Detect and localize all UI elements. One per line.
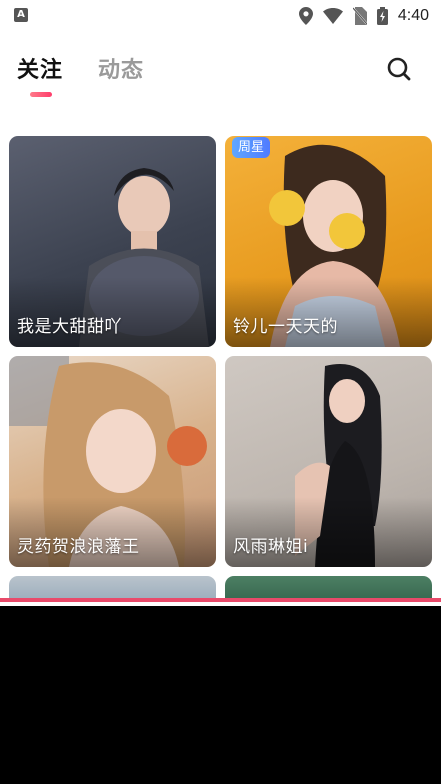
- status-bar: A 4:40: [0, 0, 441, 32]
- streamer-name: 灵药贺浪浪藩王: [17, 537, 140, 557]
- streamer-card[interactable]: 灵药贺浪浪藩王: [9, 356, 216, 567]
- app-notification-icon: A: [14, 8, 28, 22]
- streamer-card[interactable]: 风雨琳姐i: [225, 356, 432, 567]
- top-tab-bar: 关注 动态: [0, 32, 441, 104]
- weekly-star-badge: 周星: [232, 137, 271, 158]
- render-glitch: [0, 598, 441, 606]
- search-icon[interactable]: [386, 56, 412, 82]
- no-sim-icon: [352, 7, 367, 25]
- location-icon: [298, 7, 313, 25]
- app-screen: A 4:40 关注 动态 我是大甜甜吖 周星 铃儿一天天的 灵药贺浪浪藩王 风雨…: [0, 0, 441, 606]
- streamer-card[interactable]: 我是大甜甜吖: [9, 136, 216, 347]
- streamer-name: 铃儿一天天的: [233, 317, 338, 337]
- active-tab-indicator: [30, 92, 52, 97]
- streamer-name: 风雨琳姐i: [233, 537, 309, 557]
- tab-feed[interactable]: 动态: [98, 52, 144, 84]
- tab-follow[interactable]: 关注: [17, 52, 63, 84]
- streamer-card[interactable]: 周星 铃儿一天天的: [225, 136, 432, 347]
- clock: 4:40: [397, 7, 429, 24]
- streamer-name: 我是大甜甜吖: [17, 317, 122, 337]
- battery-charging-icon: [376, 7, 388, 25]
- wifi-icon: [322, 8, 343, 24]
